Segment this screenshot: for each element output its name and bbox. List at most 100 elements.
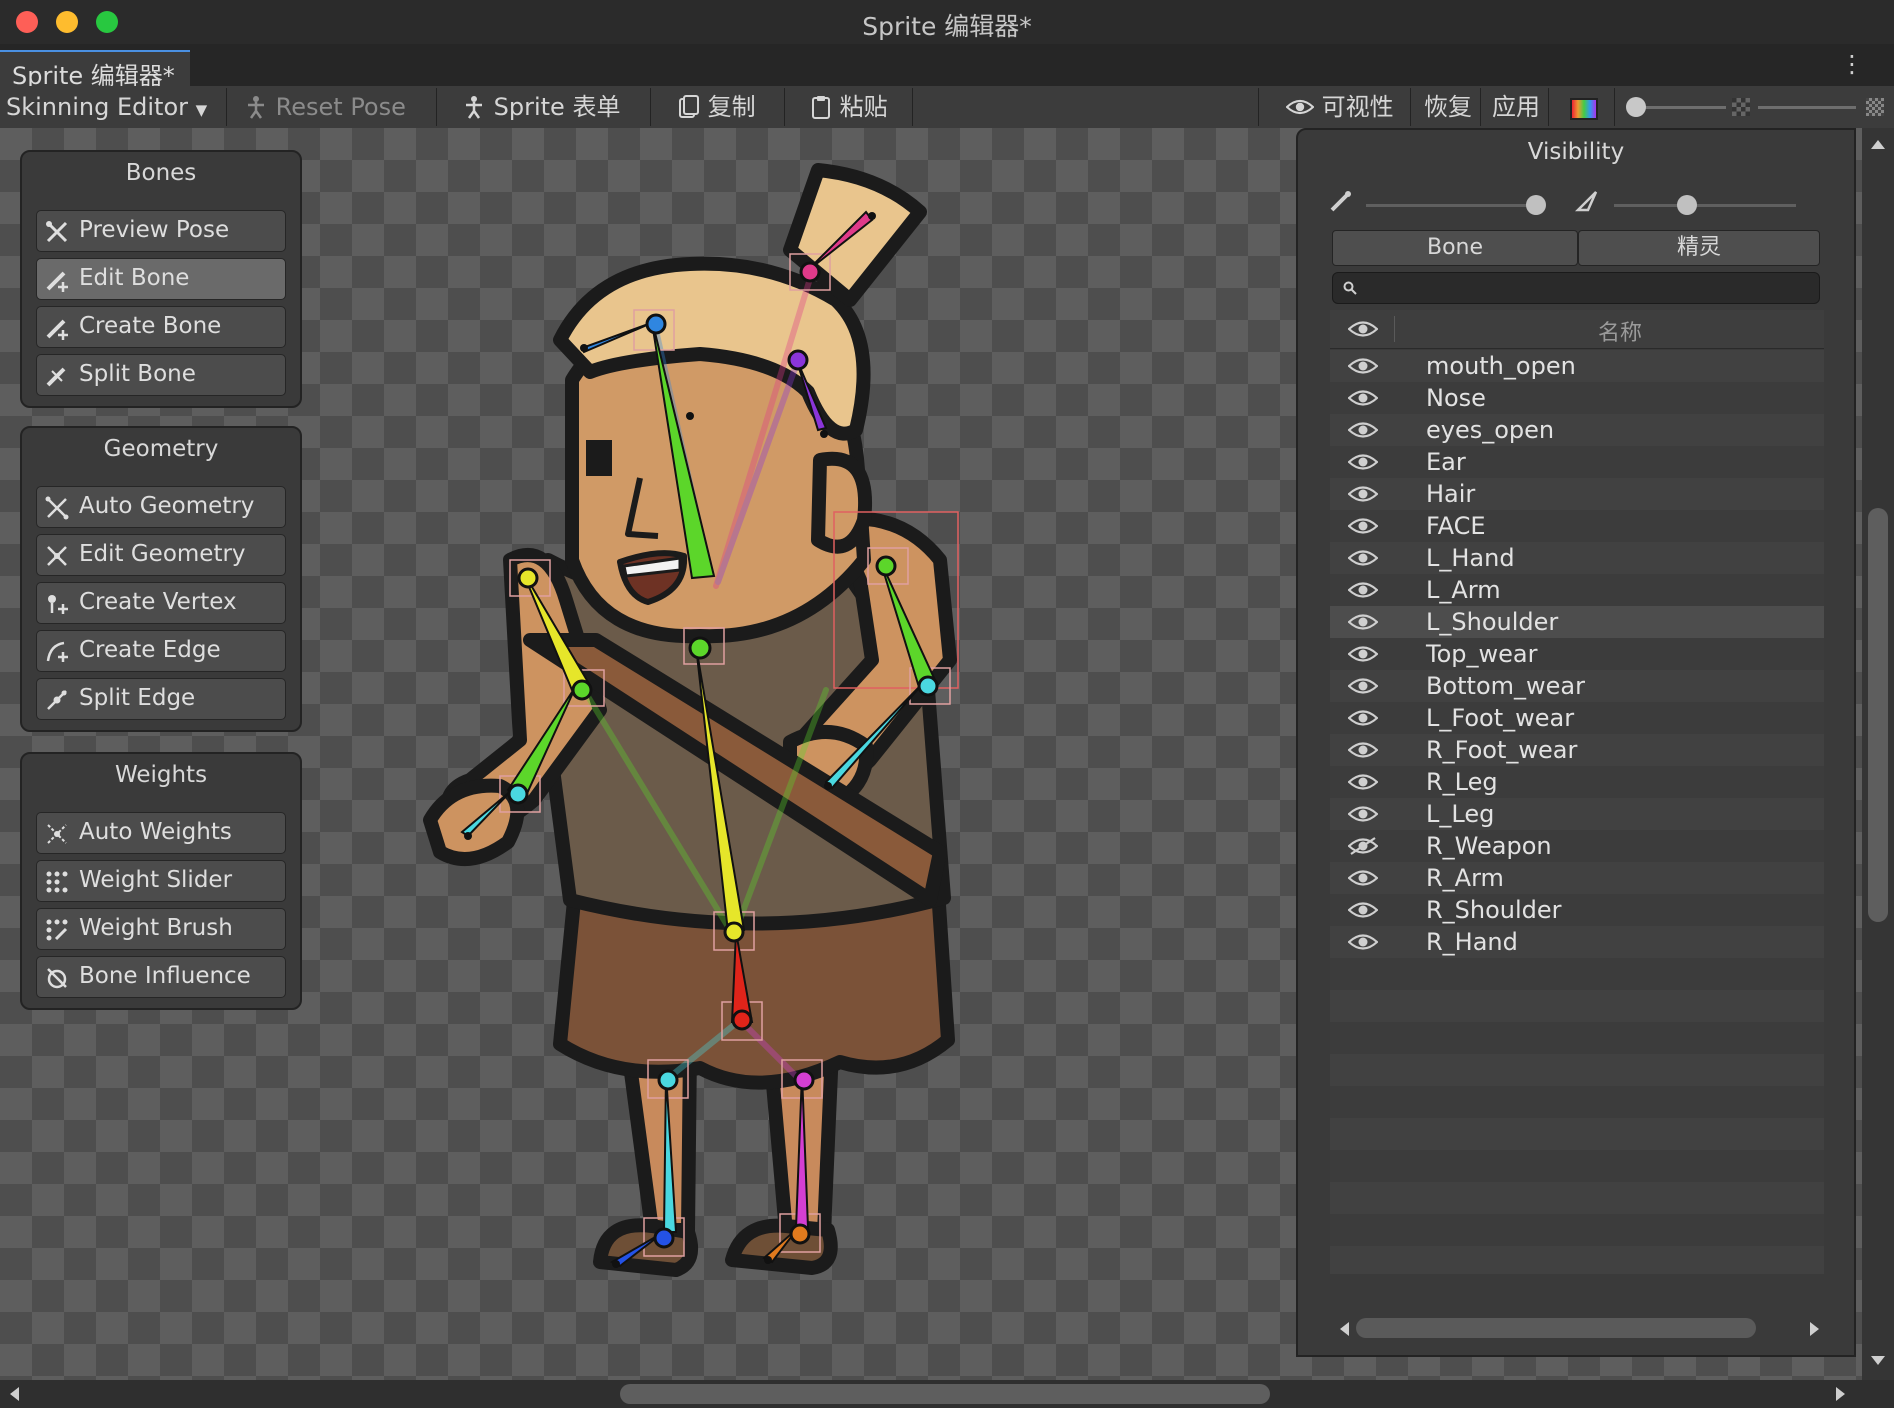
- copy-button[interactable]: 复制: [678, 86, 756, 128]
- vertical-scroll-thumb[interactable]: [1868, 508, 1888, 922]
- sprite-visibility-row[interactable]: Ear: [1330, 446, 1824, 478]
- geometry-panel-title: Geometry: [103, 436, 219, 462]
- alpha-slider-knob[interactable]: [1626, 97, 1646, 117]
- scroll-right-icon[interactable]: [1836, 1387, 1845, 1401]
- auto-weights-label: Auto Weights: [79, 819, 232, 845]
- eye-icon[interactable]: [1348, 677, 1378, 695]
- tab-menu-icon[interactable]: ⋮: [1840, 50, 1864, 78]
- eye-icon[interactable]: [1348, 320, 1378, 338]
- eye-icon[interactable]: [1348, 389, 1378, 407]
- edit-geometry-button[interactable]: Edit Geometry: [36, 534, 286, 576]
- bone-influence-button[interactable]: Bone Influence: [36, 956, 286, 998]
- list-scroll-left-icon[interactable]: [1340, 1322, 1349, 1336]
- sprite-visibility-row[interactable]: R_Leg: [1330, 766, 1824, 798]
- sprite-visibility-label: Top_wear: [1426, 640, 1538, 668]
- eye-icon[interactable]: [1348, 869, 1378, 887]
- sprite-visibility-row[interactable]: FACE: [1330, 510, 1824, 542]
- paste-button[interactable]: 粘贴: [810, 86, 888, 128]
- eye-off-icon[interactable]: [1348, 837, 1378, 855]
- weight-brush-button[interactable]: Weight Brush: [36, 908, 286, 950]
- mesh-opacity-knob[interactable]: [1676, 195, 1697, 215]
- eye-icon[interactable]: [1348, 805, 1378, 823]
- bone-opacity-knob[interactable]: [1526, 195, 1546, 215]
- alpha-slider-track[interactable]: [1636, 106, 1726, 109]
- horizontal-scroll-thumb[interactable]: [620, 1384, 1270, 1404]
- scroll-up-icon[interactable]: [1871, 140, 1885, 149]
- eye-icon[interactable]: [1348, 581, 1378, 599]
- eye-icon[interactable]: [1348, 709, 1378, 727]
- sprite-visibility-row[interactable]: Nose: [1330, 382, 1824, 414]
- eye-icon[interactable]: [1348, 933, 1378, 951]
- sprite-visibility-label: L_Shoulder: [1426, 608, 1559, 636]
- eye-icon[interactable]: [1348, 421, 1378, 439]
- sprite-visibility-label: R_Arm: [1426, 864, 1504, 892]
- sprite-visibility-row[interactable]: Hair: [1330, 478, 1824, 510]
- scroll-down-icon[interactable]: [1871, 1356, 1885, 1365]
- mode-dropdown[interactable]: Skinning Editor ▼: [6, 86, 207, 128]
- toolbar: Skinning Editor ▼ Reset Pose Sprite 表单 复…: [0, 86, 1894, 129]
- empty-row: [1330, 1246, 1824, 1274]
- apply-button[interactable]: 应用: [1492, 86, 1540, 128]
- eye-icon[interactable]: [1348, 741, 1378, 759]
- eye-icon[interactable]: [1348, 613, 1378, 631]
- create-vertex-button[interactable]: Create Vertex: [36, 582, 286, 624]
- color-channel-icon[interactable]: [1570, 98, 1598, 120]
- weight-slider-button[interactable]: Weight Slider: [36, 860, 286, 902]
- sprite-visibility-row[interactable]: R_Foot_wear: [1330, 734, 1824, 766]
- sprite-visibility-row[interactable]: L_Hand: [1330, 542, 1824, 574]
- sprite-visibility-row[interactable]: L_Leg: [1330, 798, 1824, 830]
- sprite-visibility-row[interactable]: R_Hand: [1330, 926, 1824, 958]
- sprite-visibility-label: R_Weapon: [1426, 832, 1552, 860]
- sprite-visibility-row[interactable]: L_Foot_wear: [1330, 702, 1824, 734]
- list-horizontal-scroll-thumb[interactable]: [1356, 1318, 1756, 1338]
- eye-icon[interactable]: [1348, 773, 1378, 791]
- vertical-scrollbar[interactable]: [1862, 128, 1894, 1380]
- eye-icon[interactable]: [1348, 901, 1378, 919]
- visibility-toggle-button[interactable]: 可视性: [1285, 86, 1394, 128]
- alpha-preview-icon: [1732, 98, 1750, 116]
- mesh-opacity-slider[interactable]: [1614, 204, 1796, 207]
- edit-bone-button[interactable]: Edit Bone: [36, 258, 286, 300]
- mesh-opacity-icon: [1574, 191, 1598, 212]
- revert-button[interactable]: 恢复: [1424, 86, 1472, 128]
- tab-sprite-editor[interactable]: Sprite 编辑器*: [0, 50, 190, 90]
- scroll-left-icon[interactable]: [10, 1387, 19, 1401]
- tab-sprite[interactable]: 精灵: [1578, 230, 1820, 266]
- eye-icon[interactable]: [1348, 357, 1378, 375]
- edit-bone-icon: [46, 271, 68, 292]
- sprite-visibility-row[interactable]: L_Shoulder: [1330, 606, 1824, 638]
- list-scroll-right-icon[interactable]: [1810, 1322, 1819, 1336]
- eye-icon[interactable]: [1348, 549, 1378, 567]
- sprite-visibility-row[interactable]: R_Weapon: [1330, 830, 1824, 862]
- sprite-visibility-row[interactable]: Bottom_wear: [1330, 670, 1824, 702]
- auto-weights-button[interactable]: Auto Weights: [36, 812, 286, 854]
- eye-icon[interactable]: [1348, 453, 1378, 471]
- reset-pose-label: Reset Pose: [275, 93, 406, 121]
- preview-pose-button[interactable]: Preview Pose: [36, 210, 286, 252]
- sprite-visibility-row[interactable]: eyes_open: [1330, 414, 1824, 446]
- zoom-slider-track[interactable]: [1758, 106, 1856, 109]
- split-bone-button[interactable]: Split Bone: [36, 354, 286, 396]
- create-bone-button[interactable]: Create Bone: [36, 306, 286, 348]
- sprite-visibility-row[interactable]: Top_wear: [1330, 638, 1824, 670]
- eye-icon[interactable]: [1348, 517, 1378, 535]
- weights-panel-title: Weights: [114, 762, 208, 788]
- bone-opacity-slider[interactable]: [1366, 204, 1536, 207]
- eye-icon[interactable]: [1348, 645, 1378, 663]
- sprite-visibility-row[interactable]: R_Arm: [1330, 862, 1824, 894]
- reset-pose-button[interactable]: Reset Pose: [244, 86, 406, 128]
- visibility-search-input[interactable]: [1332, 272, 1820, 304]
- sprite-visibility-row[interactable]: mouth_open: [1330, 350, 1824, 382]
- sprite-sheet-button[interactable]: Sprite 表单: [462, 86, 620, 128]
- split-edge-button[interactable]: Split Edge: [36, 678, 286, 720]
- horizontal-scrollbar[interactable]: [0, 1380, 1894, 1408]
- sprite-visibility-row[interactable]: R_Shoulder: [1330, 894, 1824, 926]
- eye-icon[interactable]: [1348, 485, 1378, 503]
- tab-bone[interactable]: Bone: [1332, 230, 1578, 266]
- auto-geometry-button[interactable]: Auto Geometry: [36, 486, 286, 528]
- empty-row: [1330, 990, 1824, 1022]
- create-edge-button[interactable]: Create Edge: [36, 630, 286, 672]
- bone-opacity-icon: [1330, 191, 1351, 212]
- sprite-visibility-row[interactable]: L_Arm: [1330, 574, 1824, 606]
- sprite-sheet-icon: [466, 96, 482, 119]
